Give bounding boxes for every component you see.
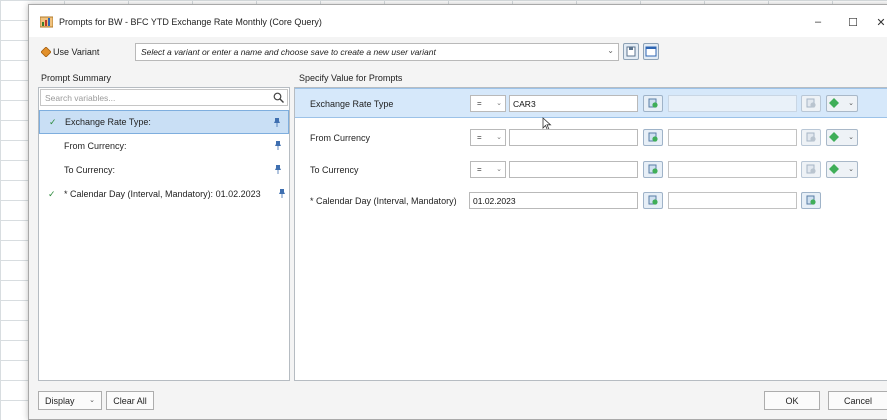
variant-list-icon [645, 46, 657, 57]
minimize-button[interactable]: – [809, 13, 827, 31]
to-value-help-button[interactable] [801, 192, 821, 209]
add-icon [829, 164, 839, 174]
pin-icon[interactable] [275, 141, 281, 150]
value-input[interactable] [509, 129, 638, 146]
chevron-down-icon: ⌄ [607, 46, 614, 55]
chevron-down-icon: ⌄ [89, 397, 95, 404]
chevron-down-icon: ⌄ [496, 134, 502, 141]
analysis-app-icon [40, 16, 53, 28]
search-placeholder: Search variables... [45, 93, 116, 103]
summary-item-to-currency[interactable]: To Currency: [39, 158, 289, 182]
add-icon [829, 132, 839, 142]
close-button[interactable]: ✕ [872, 13, 887, 31]
specify-values-heading: Specify Value for Prompts [299, 73, 403, 83]
value-help-icon [648, 132, 658, 142]
value-help-button[interactable] [643, 129, 663, 146]
to-value-help-button[interactable] [801, 129, 821, 146]
summary-item-label: * Calendar Day (Interval, Mandatory): 01… [64, 189, 261, 199]
to-value-help-button[interactable] [801, 161, 821, 178]
operator-value: = [477, 165, 482, 174]
add-selection-button[interactable]: ⌄ [826, 161, 858, 178]
to-value-help-button [801, 95, 821, 112]
date-from-input[interactable]: 01.02.2023 [469, 192, 638, 209]
value-input[interactable]: CAR3 [509, 95, 638, 112]
date-to-input[interactable] [668, 192, 797, 209]
pin-icon[interactable] [275, 165, 281, 174]
pin-icon[interactable] [279, 189, 285, 198]
value-help-icon [806, 195, 816, 205]
prompt-label: To Currency [310, 165, 359, 175]
value-input[interactable] [509, 161, 638, 178]
clear-all-button[interactable]: Clear All [106, 391, 154, 410]
operator-select[interactable]: = ⌄ [470, 95, 506, 112]
value-help-icon [648, 164, 658, 174]
title-bar: Prompts for BW - BFC YTD Exchange Rate M… [29, 5, 887, 37]
prompts-dialog: Prompts for BW - BFC YTD Exchange Rate M… [28, 4, 887, 420]
ok-button[interactable]: OK [764, 391, 820, 410]
operator-value: = [477, 133, 482, 142]
chevron-down-icon: ⌄ [848, 100, 854, 107]
pin-icon[interactable] [274, 118, 280, 127]
summary-item-from-currency[interactable]: From Currency: [39, 134, 289, 158]
variant-combobox[interactable]: Select a variant or enter a name and cho… [135, 43, 619, 61]
value-help-icon [648, 195, 658, 205]
summary-item-exchange-rate-type[interactable]: ✓ Exchange Rate Type: [39, 110, 289, 134]
variant-row: Use Variant Select a variant or enter a … [29, 41, 887, 65]
display-label: Display [45, 395, 75, 406]
search-input[interactable]: Search variables... [40, 89, 288, 106]
chevron-down-icon: ⌄ [496, 100, 502, 107]
prompt-summary-heading: Prompt Summary [41, 73, 112, 83]
value-help-button[interactable] [643, 95, 663, 112]
prompt-summary-panel: Search variables... ✓ Exchange Rate Type… [38, 87, 290, 381]
display-button[interactable]: Display ⌄ [38, 391, 102, 410]
chevron-down-icon: ⌄ [848, 166, 854, 173]
prompt-label: Exchange Rate Type [310, 99, 394, 109]
summary-item-calendar-day[interactable]: ✓ * Calendar Day (Interval, Mandatory): … [39, 182, 289, 206]
prompt-row-from-currency[interactable]: From Currency = ⌄ ⌄ [295, 123, 887, 153]
summary-item-label: From Currency: [64, 141, 127, 151]
to-value-input [668, 95, 797, 112]
prompt-row-calendar-day[interactable]: * Calendar Day (Interval, Mandatory) 01.… [295, 186, 887, 216]
summary-item-label: To Currency: [64, 165, 116, 175]
prompt-row-to-currency[interactable]: To Currency = ⌄ ⌄ [295, 155, 887, 185]
use-variant-label: Use Variant [53, 47, 100, 57]
maximize-button[interactable]: ☐ [844, 13, 862, 31]
check-icon: ✓ [49, 116, 57, 127]
variant-icon [41, 47, 51, 57]
check-icon: ✓ [48, 188, 56, 199]
variant-placeholder: Select a variant or enter a name and cho… [141, 47, 436, 57]
cancel-button[interactable]: Cancel [828, 391, 887, 410]
operator-value: = [477, 99, 482, 108]
save-variant-button[interactable] [623, 43, 639, 60]
window-title: Prompts for BW - BFC YTD Exchange Rate M… [59, 17, 322, 27]
prompt-summary-list: ✓ Exchange Rate Type: From Currency: To … [39, 110, 289, 206]
save-icon [626, 46, 636, 57]
add-selection-button[interactable]: ⌄ [826, 95, 858, 112]
value-help-icon [806, 98, 816, 108]
add-icon [829, 98, 839, 108]
operator-select[interactable]: = ⌄ [470, 161, 506, 178]
to-value-input[interactable] [668, 161, 797, 178]
value-help-button[interactable] [643, 192, 663, 209]
chevron-down-icon: ⌄ [496, 166, 502, 173]
value-help-icon [648, 98, 658, 108]
chevron-down-icon: ⌄ [848, 134, 854, 141]
operator-select[interactable]: = ⌄ [470, 129, 506, 146]
to-value-input[interactable] [668, 129, 797, 146]
prompt-label: * Calendar Day (Interval, Mandatory) [310, 196, 457, 206]
prompt-row-exchange-rate-type[interactable]: Exchange Rate Type = ⌄ CAR3 ⌄ [295, 88, 887, 131]
specify-values-panel: Exchange Rate Type = ⌄ CAR3 ⌄ From Curre… [294, 87, 887, 381]
value-help-button[interactable] [643, 161, 663, 178]
search-icon [273, 92, 284, 103]
add-selection-button[interactable]: ⌄ [826, 129, 858, 146]
summary-item-label: Exchange Rate Type: [65, 117, 151, 127]
value-help-icon [806, 132, 816, 142]
prompt-label: From Currency [310, 133, 371, 143]
value-help-icon [806, 164, 816, 174]
manage-variants-button[interactable] [643, 43, 659, 60]
